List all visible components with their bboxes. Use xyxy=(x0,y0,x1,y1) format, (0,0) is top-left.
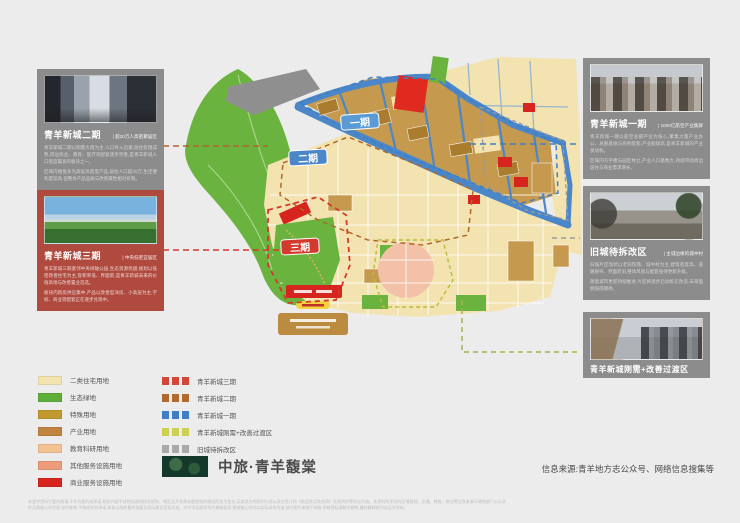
oldtown-subtitle: | 主城边缘的城中村 xyxy=(664,251,703,257)
phase1-badge: 一期 xyxy=(340,113,379,131)
oldtown-title: 旧城待拆改区 xyxy=(590,245,647,258)
residential-swatch xyxy=(38,376,62,385)
oldtown-dash xyxy=(162,445,189,453)
legend-row-phase1: 青羊新城一期 xyxy=(162,410,236,420)
transition-title: 青羊新城刚需+改善过渡区 xyxy=(590,364,689,375)
phase1-body2: 区域内写字楼与园区林立,产业人口基数大,持续带动周边居住与商业需求增长。 xyxy=(590,158,703,172)
svg-text:二期: 二期 xyxy=(298,151,319,165)
phase1-dash xyxy=(162,411,189,419)
phase3-title: 青羊新城三期 xyxy=(44,249,101,262)
poster-page: { "callouts": { "phase2": { "title": "青羊… xyxy=(0,0,740,523)
legend-row-special: 特殊用地 xyxy=(38,409,96,419)
transition-dash xyxy=(162,428,189,436)
central-park xyxy=(273,217,340,295)
legend-row-phase2: 青羊新城二期 xyxy=(162,393,236,403)
phase3-badge: 三期 xyxy=(281,238,320,255)
legend-row-phase3: 青羊新城三期 xyxy=(162,376,236,386)
callout-phase1: 青羊新城一期 | 1000亿航空产业集群 青羊新城一期以航空总部产业为核心,聚集… xyxy=(583,58,710,179)
phase3-photo xyxy=(44,196,157,244)
disclaimer-text: 本宣传资料为要约邀请,不作为要约或承诺,相关内容不排除因政府相关规划、规定及开发… xyxy=(28,499,506,512)
education-swatch xyxy=(38,444,62,453)
oldtown-photo xyxy=(590,192,703,240)
phase3-subtitle: | 中央低密宜居区 xyxy=(122,255,157,261)
svg-text:三期: 三期 xyxy=(290,240,311,254)
legend-row-industry: 产业用地 xyxy=(38,426,96,436)
source-note: 信息来源:青羊地方志公众号、网络信息搜集等 xyxy=(542,463,714,475)
special-swatch xyxy=(38,410,62,419)
brand-logo-image xyxy=(162,456,208,477)
industry-swatch xyxy=(38,427,62,436)
oldtown-body1: 旧城片区现状以老旧院落、城中村为主,建筑密度高、道路狭窄、界面老旧,整体风貌与配… xyxy=(590,262,703,276)
phase2-badge: 二期 xyxy=(289,149,328,166)
phase2-subtitle: | 超20万人高密聚居区 xyxy=(113,134,157,140)
phase1-title: 青羊新城一期 xyxy=(590,117,647,130)
legend-row-other-service: 其他服务设施用地 xyxy=(38,460,122,470)
district-planning-map: 一期 二期 三期 xyxy=(168,45,588,345)
legend-row-residential: 二类住宅用地 xyxy=(38,375,109,385)
eco-green-swatch xyxy=(38,393,62,402)
phase1-photo xyxy=(590,64,703,112)
phase3-body1: 青羊新城三期紧邻中央绿轴公园,生态资源优越,规划以低密改善住宅为主,容积率低、界… xyxy=(44,266,157,287)
legend-row-commercial: 商业服务设施用地 xyxy=(38,477,122,487)
callout-phase2: 青羊新城二期 | 超20万人高密聚居区 青羊新城二期以刚需大盘为主,人口导入迅速… xyxy=(37,69,164,190)
phase2-photo xyxy=(44,75,157,123)
callout-transition: 青羊新城刚需+改善过渡区 xyxy=(583,312,710,378)
phase1-subtitle: | 1000亿航空产业集群 xyxy=(658,123,703,129)
transition-photo xyxy=(590,318,703,360)
legend-row-transition: 青羊新城刚需+改善过渡区 xyxy=(162,427,272,437)
phase2-body2: 区域内楼盘多为高层高密度产品,居住人口超20万,生活便利度较高,但整体产品品质与… xyxy=(44,169,157,183)
oldtown-body2: 随着城市更新持续推进,片区将逐步启动拆迁改造,未来面貌值得期待。 xyxy=(590,279,703,293)
commercial-swatch xyxy=(38,478,62,487)
trade-hub-parcel xyxy=(278,313,348,335)
brand-name: 中旅·青羊馥棠 xyxy=(218,456,317,477)
phase3-body2: 板块内新房供应集中,产品以改善型洋房、小高层为主,学校、商业等配套正在逐步兑现中… xyxy=(44,290,157,304)
phase2-dash xyxy=(162,394,189,402)
other-service-swatch xyxy=(38,461,62,470)
legend-row-education: 教育科研用地 xyxy=(38,443,109,453)
phase3-dash xyxy=(162,377,189,385)
phase2-body1: 青羊新城二期以刚需大盘为主,人口导入迅速,居住氛围成熟,周边商业、教育、医疗等配… xyxy=(44,145,157,166)
legend-row-eco-green: 生态绿地 xyxy=(38,392,96,402)
callout-phase3: 青羊新城三期 | 中央低密宜居区 青羊新城三期紧邻中央绿轴公园,生态资源优越,规… xyxy=(37,190,164,311)
callout-oldtown: 旧城待拆改区 | 主城边缘的城中村 旧城片区现状以老旧院落、城中村为主,建筑密度… xyxy=(583,186,710,300)
brand-block: 中旅·青羊馥棠 xyxy=(162,456,317,477)
legend-row-oldtown: 旧城待拆改区 xyxy=(162,444,236,454)
phase1-body1: 青羊新城一期以航空总部产业为核心,聚集大量产业办公、总部基地与商务配套,产业能级… xyxy=(590,134,703,155)
phase2-title: 青羊新城二期 xyxy=(44,128,101,141)
